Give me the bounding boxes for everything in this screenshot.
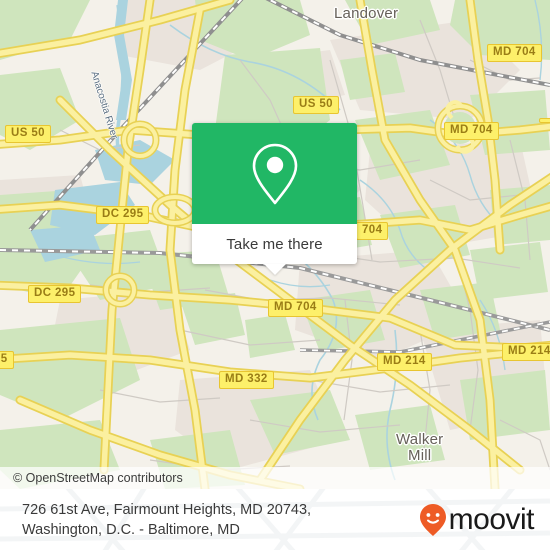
highway-shield-dc-295-lower: DC 295	[28, 285, 82, 303]
callout-pointer-tail	[263, 264, 286, 275]
location-address: 726 61st Ave, Fairmount Heights, MD 2074…	[0, 500, 311, 540]
address-line-2: Washington, D.C. - Baltimore, MD	[22, 521, 240, 538]
highway-shield-us-50-west: US 50	[5, 125, 51, 143]
take-me-there-label: Take me there	[226, 235, 323, 253]
highway-shield-us-50-top: US 50	[293, 96, 339, 114]
openstreetmap-attribution[interactable]: © OpenStreetMap contributors	[0, 471, 183, 485]
map-pin-icon	[252, 143, 297, 204]
highway-shield-md-704-east: MD 704	[444, 122, 499, 140]
map-attribution-bar: © OpenStreetMap contributors	[0, 467, 550, 489]
map-screenshot: Anacostia River Landover Walker Mill MD …	[0, 0, 550, 550]
callout-icon-area	[192, 123, 357, 224]
moovit-logo[interactable]: moovit	[419, 503, 550, 537]
highway-shield-edge-clipped	[539, 118, 550, 123]
footer-bar: 726 61st Ave, Fairmount Heights, MD 2074…	[0, 489, 550, 550]
highway-shield-md-214-east: MD 214	[502, 343, 550, 361]
map-viewport[interactable]: Anacostia River Landover Walker Mill MD …	[0, 0, 550, 489]
highway-shield-md-332: MD 332	[219, 371, 274, 389]
callout-action-area[interactable]: Take me there	[192, 224, 357, 275]
moovit-pin-icon	[419, 503, 446, 536]
highway-shield-md-214-west: MD 214	[377, 353, 432, 371]
footer-content: 726 61st Ave, Fairmount Heights, MD 2074…	[0, 489, 550, 550]
highway-shield-md-704-center: MD 704	[268, 299, 323, 317]
highway-shield-95-clipped: 95	[0, 351, 14, 369]
moovit-wordmark: moovit	[448, 502, 535, 536]
address-line-1: 726 61st Ave, Fairmount Heights, MD 2074…	[22, 501, 312, 518]
highway-shield-md-704-ne: MD 704	[487, 44, 542, 62]
location-callout-card[interactable]: Take me there	[192, 123, 357, 275]
highway-shield-dc-295-upper: DC 295	[96, 206, 150, 224]
highway-shield-704-behind-callout: 704	[356, 222, 389, 240]
